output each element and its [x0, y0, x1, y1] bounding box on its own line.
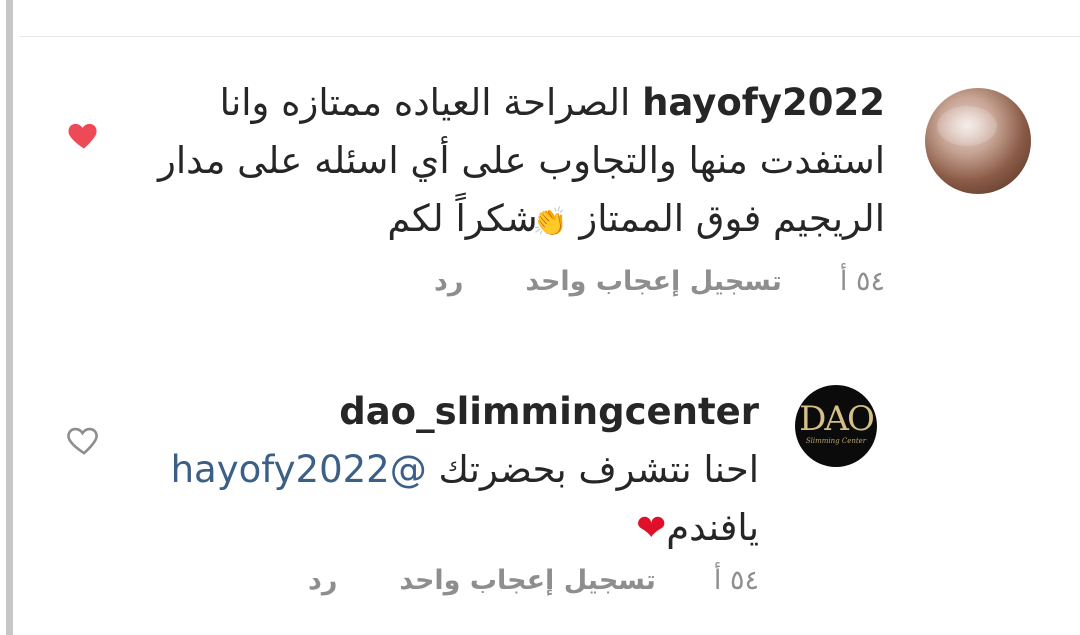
comment-body: hayofy2022 الصراحة العياده ممتازه وانا ا…	[158, 74, 885, 251]
timestamp: ٥٤ أ	[713, 565, 759, 596]
likes-count-button[interactable]: تسجيل إعجاب واحد	[399, 565, 656, 596]
comment-line: يافندم❤	[636, 506, 759, 549]
scrollbar-track[interactable]	[6, 0, 13, 635]
comment-line: الريجيم فوق الممتاز 👏شكراً لكم	[165, 190, 885, 251]
timestamp: ٥٤ أ	[839, 266, 885, 297]
red-heart-icon: ❤	[636, 508, 667, 549]
reply-button[interactable]: رد	[308, 565, 337, 596]
avatar[interactable]	[925, 88, 1031, 194]
username[interactable]: dao_slimmingcenter	[159, 383, 759, 441]
comment-body: dao_slimmingcenter احنا نتشرف بحضرتك @ha…	[159, 383, 759, 558]
like-heart-icon[interactable]	[64, 114, 104, 154]
mention-link[interactable]: @hayofy2022	[171, 448, 427, 491]
username[interactable]: hayofy2022	[642, 81, 885, 124]
avatar-logo: DAO	[799, 399, 875, 439]
avatar-logo-sub: Slimming Center	[805, 437, 867, 445]
comment-line: hayofy2022 الصراحة العياده ممتازه وانا	[219, 81, 885, 124]
outline-heart-icon	[67, 427, 98, 455]
comment-line: استفدت منها والتجاوب على أي اسئله على مد…	[158, 139, 885, 182]
comment-line: احنا نتشرف بحضرتك @hayofy2022	[170, 448, 759, 491]
divider	[20, 36, 1080, 37]
avatar[interactable]: DAO Slimming Center	[795, 385, 877, 467]
clapping-hands-icon: 👏	[532, 205, 568, 238]
comment-meta: ٥٤ أ تسجيل إعجاب واحد رد	[372, 266, 885, 297]
like-heart-icon[interactable]	[64, 420, 104, 460]
filled-heart-icon	[68, 123, 97, 149]
likes-count-button[interactable]: تسجيل إعجاب واحد	[525, 266, 782, 297]
reply-button[interactable]: رد	[434, 266, 463, 297]
comment-meta: ٥٤ أ تسجيل إعجاب واحد رد	[246, 565, 759, 596]
